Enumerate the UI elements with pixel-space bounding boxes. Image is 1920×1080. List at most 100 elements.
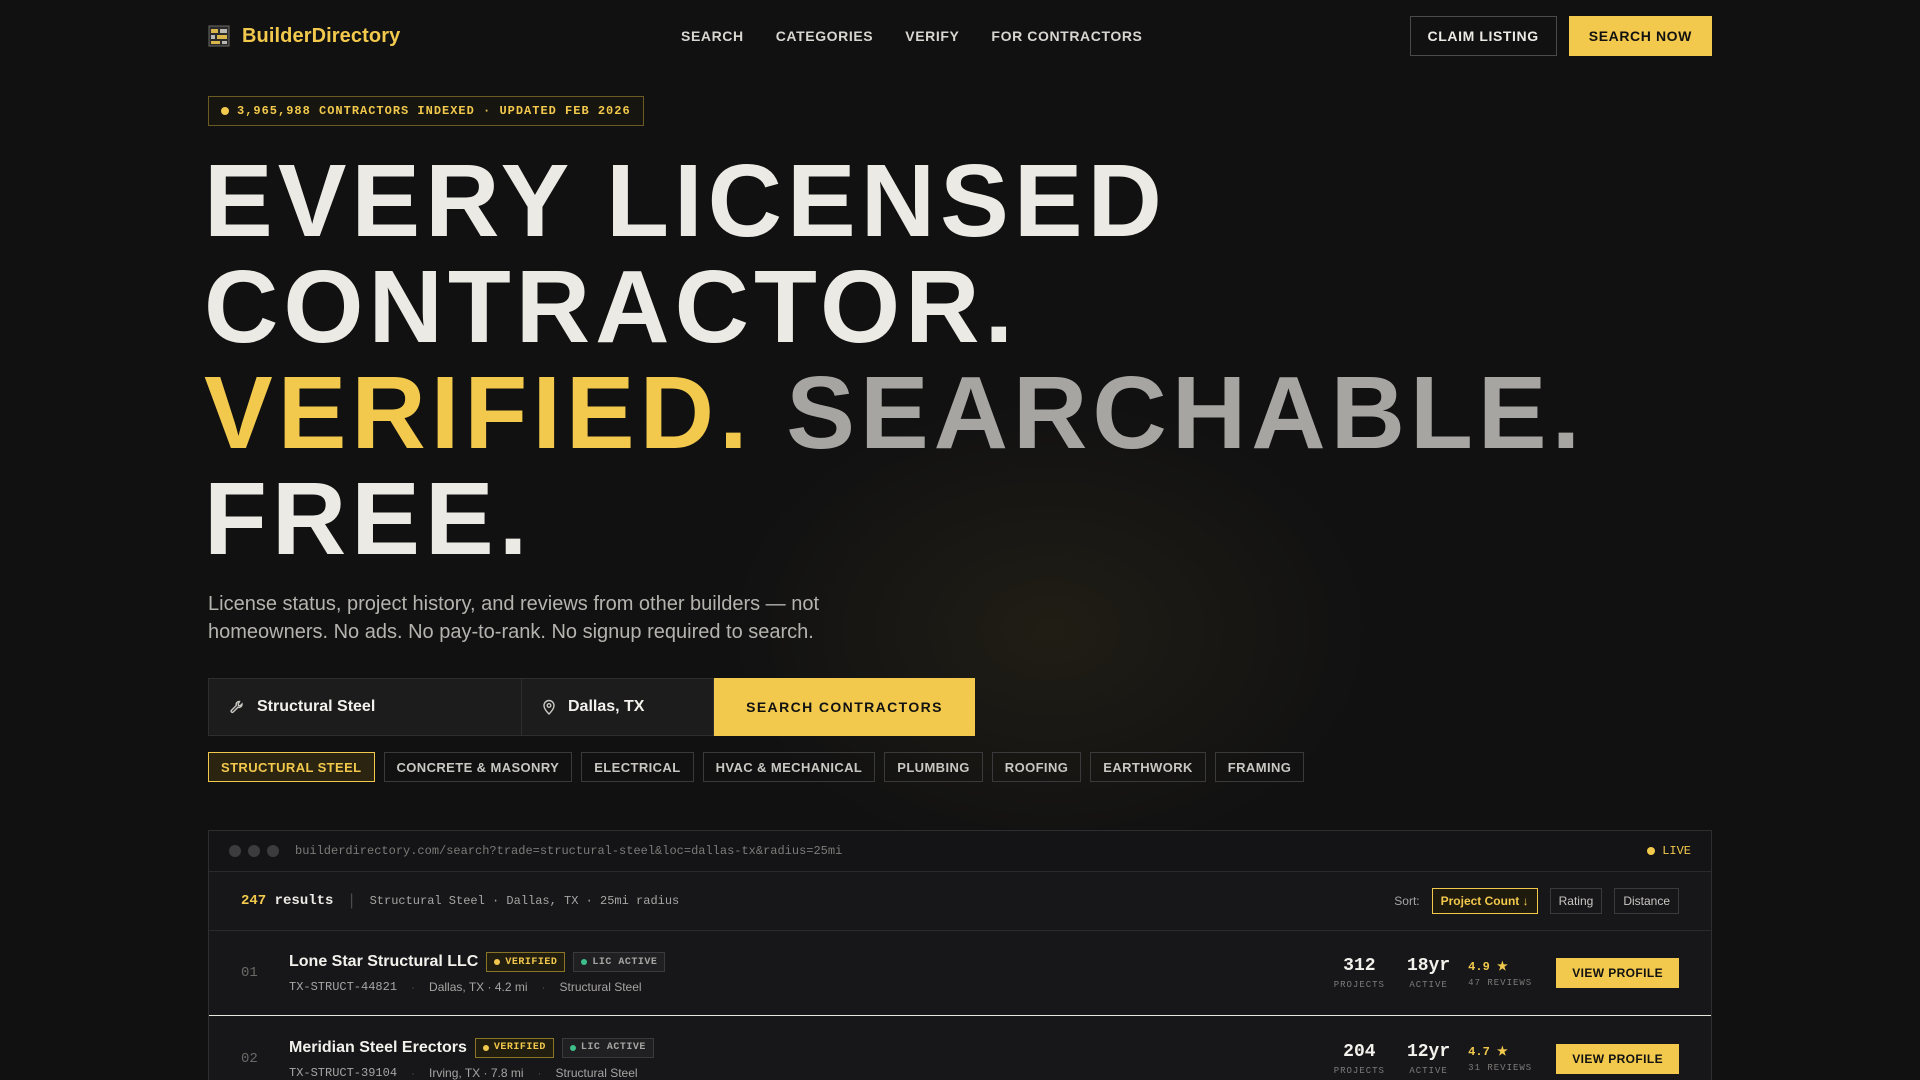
license-active-badge: LIC ACTIVE bbox=[573, 952, 666, 972]
query-summary: Structural Steel · Dallas, TX · 25mi rad… bbox=[369, 894, 680, 908]
license-id: TX-STRUCT-44821 bbox=[289, 980, 398, 994]
sort-label: Sort: bbox=[1394, 894, 1420, 908]
chip-roofing[interactable]: ROOFING bbox=[991, 752, 1082, 782]
hero-line-4: FREE. bbox=[204, 461, 533, 576]
nav-link-search[interactable]: SEARCH bbox=[681, 28, 744, 44]
hero-verified: VERIFIED. bbox=[204, 355, 753, 470]
active-value: 12yr bbox=[1406, 1041, 1451, 1062]
result-trade: Structural Steel bbox=[555, 1065, 638, 1080]
verified-dot-icon bbox=[494, 959, 501, 965]
projects-label: PROJECTS bbox=[1333, 1065, 1385, 1076]
contractor-name[interactable]: Lone Star Structural LLC bbox=[289, 953, 478, 971]
map-pin-icon bbox=[543, 699, 555, 715]
window-controls bbox=[229, 845, 279, 857]
sort-controls: Sort: Project Count ↓ Rating Distance bbox=[1394, 888, 1679, 914]
top-nav: BuilderDirectory SEARCH CATEGORIES VERIF… bbox=[208, 0, 1712, 72]
hero-line-3: VERIFIED. SEARCHABLE. bbox=[204, 360, 1585, 466]
rating-stat: 4.7 ★ 31 REVIEWS bbox=[1468, 1044, 1532, 1073]
result-stats: 312 PROJECTS 18yr ACTIVE 4.9 ★ 47 REVIEW… bbox=[1334, 956, 1679, 990]
active-value: 18yr bbox=[1406, 956, 1451, 976]
result-row[interactable]: 02 Meridian Steel Erectors VERIFIED LIC … bbox=[209, 1016, 1711, 1080]
contractor-name[interactable]: Meridian Steel Erectors bbox=[289, 1039, 467, 1057]
url-text: builderdirectory.com/search?trade=struct… bbox=[295, 844, 843, 858]
location-input[interactable] bbox=[568, 698, 693, 716]
index-badge-text: 3,965,988 CONTRACTORS INDEXED · UPDATED … bbox=[237, 104, 631, 118]
result-meta: TX-STRUCT-44821 · Dallas, TX · 4.2 mi · … bbox=[289, 980, 665, 994]
result-stats: 204 PROJECTS 12yr ACTIVE 4.7 ★ 31 REVIEW… bbox=[1334, 1042, 1679, 1076]
trade-chips: STRUCTURAL STEEL CONCRETE & MASONRY ELEC… bbox=[208, 752, 1305, 782]
meta-separator: · bbox=[411, 980, 416, 994]
reviews-count: 47 REVIEWS bbox=[1468, 977, 1533, 988]
search-contractors-button[interactable]: SEARCH CONTRACTORS bbox=[714, 678, 975, 736]
chip-hvac-mechanical[interactable]: HVAC & MECHANICAL bbox=[702, 752, 876, 782]
active-stat: 18yr ACTIVE bbox=[1407, 956, 1450, 990]
result-name-line: Meridian Steel Erectors VERIFIED LIC ACT… bbox=[289, 1037, 654, 1058]
brand[interactable]: BuilderDirectory bbox=[208, 25, 400, 48]
active-stat: 12yr ACTIVE bbox=[1407, 1042, 1450, 1076]
results-count: 247 results bbox=[241, 893, 333, 909]
active-label: ACTIVE bbox=[1409, 1065, 1448, 1076]
hero-line-1: EVERY LICENSED bbox=[204, 143, 1167, 258]
sort-project-count[interactable]: Project Count ↓ bbox=[1431, 888, 1538, 914]
rating-value: 4.9 ★ bbox=[1468, 959, 1508, 974]
verified-badge: VERIFIED bbox=[486, 952, 566, 972]
location-field[interactable] bbox=[522, 678, 714, 736]
chip-earthwork[interactable]: EARTHWORK bbox=[1090, 752, 1206, 782]
page-container: BuilderDirectory SEARCH CATEGORIES VERIF… bbox=[204, 0, 1712, 1080]
live-dot-icon bbox=[1647, 847, 1656, 855]
license-active-badge: LIC ACTIVE bbox=[561, 1037, 654, 1058]
rating-stat: 4.9 ★ 47 REVIEWS bbox=[1468, 959, 1532, 988]
result-location: Irving, TX · 7.8 mi bbox=[429, 1065, 524, 1080]
view-profile-button[interactable]: VIEW PROFILE bbox=[1556, 958, 1679, 988]
meta-separator: · bbox=[537, 1065, 542, 1080]
result-info: Meridian Steel Erectors VERIFIED LIC ACT… bbox=[289, 1037, 654, 1080]
verified-label: VERIFIED bbox=[505, 956, 558, 968]
verified-label: VERIFIED bbox=[493, 1042, 546, 1053]
search-bar: SEARCH CONTRACTORS bbox=[208, 678, 975, 736]
view-profile-button[interactable]: VIEW PROFILE bbox=[1556, 1043, 1679, 1074]
index-badge: 3,965,988 CONTRACTORS INDEXED · UPDATED … bbox=[208, 96, 644, 126]
results-header: 247 results | Structural Steel · Dallas,… bbox=[209, 872, 1711, 931]
search-now-button[interactable]: SEARCH NOW bbox=[1568, 16, 1712, 56]
result-info: Lone Star Structural LLC VERIFIED LIC AC… bbox=[289, 952, 666, 994]
brick-wall-icon bbox=[208, 25, 230, 47]
divider: | bbox=[349, 892, 354, 909]
result-row[interactable]: 01 Lone Star Structural LLC VERIFIED LIC… bbox=[209, 931, 1711, 1016]
sort-distance[interactable]: Distance bbox=[1614, 888, 1679, 914]
result-rank: 02 bbox=[241, 1050, 258, 1067]
chip-concrete-masonry[interactable]: CONCRETE & MASONRY bbox=[383, 752, 573, 782]
trade-field[interactable] bbox=[208, 678, 522, 736]
meta-separator: · bbox=[411, 1065, 416, 1080]
chip-framing[interactable]: FRAMING bbox=[1214, 752, 1305, 782]
results-preview-panel: builderdirectory.com/search?trade=struct… bbox=[208, 830, 1712, 1080]
window-dot-icon bbox=[248, 845, 260, 857]
rating-value: 4.7 ★ bbox=[1468, 1045, 1508, 1059]
live-label: LIVE bbox=[1662, 844, 1691, 858]
projects-label: PROJECTS bbox=[1333, 980, 1385, 990]
result-meta: TX-STRUCT-39104 · Irving, TX · 7.8 mi · … bbox=[289, 1066, 654, 1080]
license-label: LIC ACTIVE bbox=[580, 1042, 646, 1053]
claim-listing-button[interactable]: CLAIM LISTING bbox=[1409, 16, 1557, 56]
hero-searchable: SEARCHABLE. bbox=[786, 355, 1586, 470]
result-location: Dallas, TX · 4.2 mi bbox=[429, 980, 528, 994]
verified-dot-icon bbox=[482, 1044, 489, 1051]
nav-link-verify[interactable]: VERIFY bbox=[905, 28, 959, 44]
trade-input[interactable] bbox=[257, 698, 501, 716]
chip-electrical[interactable]: ELECTRICAL bbox=[581, 752, 694, 782]
sort-rating[interactable]: Rating bbox=[1549, 888, 1603, 914]
nav-link-categories[interactable]: CATEGORIES bbox=[776, 28, 874, 44]
result-name-line: Lone Star Structural LLC VERIFIED LIC AC… bbox=[289, 952, 666, 972]
meta-separator: · bbox=[541, 980, 546, 994]
chip-plumbing[interactable]: PLUMBING bbox=[884, 752, 983, 782]
hero-line-2: CONTRACTOR. bbox=[204, 249, 1019, 364]
license-label: LIC ACTIVE bbox=[592, 956, 658, 968]
results-count-number: 247 bbox=[241, 893, 267, 909]
chip-structural-steel[interactable]: STRUCTURAL STEEL bbox=[208, 752, 375, 782]
projects-value: 204 bbox=[1343, 1041, 1376, 1062]
window-dot-icon bbox=[229, 845, 241, 857]
license-id: TX-STRUCT-39104 bbox=[289, 1065, 398, 1080]
nav-links: SEARCH CATEGORIES VERIFY FOR CONTRACTORS bbox=[681, 28, 1143, 44]
nav-link-for-contractors[interactable]: FOR CONTRACTORS bbox=[991, 28, 1142, 44]
reviews-count: 31 REVIEWS bbox=[1468, 1063, 1533, 1073]
projects-stat: 312 PROJECTS bbox=[1334, 956, 1385, 990]
